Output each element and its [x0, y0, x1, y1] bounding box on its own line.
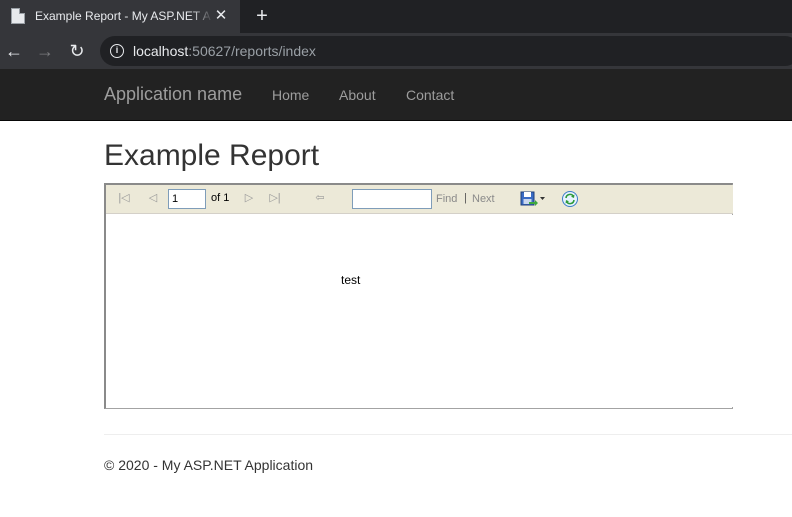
browser-toolbar: ← → ↻ i localhost:50627/reports/index — [0, 33, 792, 69]
page-favicon-icon — [11, 8, 25, 24]
nav-link-home[interactable]: Home — [272, 87, 309, 103]
nav-link-about[interactable]: About — [339, 87, 376, 103]
tab-title: Example Report - My ASP.NET Application — [35, 9, 211, 23]
find-text-input[interactable] — [352, 189, 432, 209]
find-next-link[interactable]: Next — [472, 193, 495, 205]
report-toolbar: |◁ ◁ of 1 ▷ ▷| ⇦ Find | Next — [106, 185, 733, 214]
page-count-label: of 1 — [211, 192, 230, 204]
reload-icon[interactable]: ↻ — [66, 40, 88, 62]
find-separator: | — [464, 192, 467, 204]
footer-divider — [104, 434, 792, 435]
brand-link[interactable]: Application name — [104, 84, 242, 105]
tab-title-fade — [191, 6, 213, 26]
current-page-input[interactable] — [168, 189, 206, 209]
report-content-area: test — [106, 215, 733, 407]
back-to-parent-icon[interactable]: ⇦ — [313, 191, 327, 205]
new-tab-button[interactable]: + — [252, 5, 272, 27]
report-text: test — [341, 273, 361, 287]
close-tab-icon[interactable]: ✕ — [213, 8, 229, 24]
url-host: localhost — [133, 43, 189, 59]
browser-tabstrip: Example Report - My ASP.NET Application … — [0, 0, 792, 33]
export-save-icon[interactable] — [520, 190, 546, 208]
previous-page-icon[interactable]: ◁ — [146, 191, 160, 205]
last-page-icon[interactable]: ▷| — [268, 191, 282, 205]
first-page-icon[interactable]: |◁ — [117, 191, 131, 205]
page-title: Example Report — [104, 139, 320, 172]
refresh-icon[interactable] — [561, 190, 579, 208]
site-navbar: Application name Home About Contact — [0, 69, 792, 121]
nav-link-contact[interactable]: Contact — [406, 87, 454, 103]
address-bar[interactable]: i localhost:50627/reports/index — [100, 36, 792, 66]
back-arrow-icon[interactable]: ← — [3, 40, 25, 62]
site-info-icon[interactable]: i — [110, 44, 124, 58]
find-link[interactable]: Find — [436, 193, 457, 205]
footer-text: © 2020 - My ASP.NET Application — [104, 457, 314, 473]
report-viewer: |◁ ◁ of 1 ▷ ▷| ⇦ Find | Next — [104, 183, 733, 409]
url-path: :50627/reports/index — [188, 43, 316, 59]
browser-tab[interactable]: Example Report - My ASP.NET Application … — [0, 0, 240, 33]
next-page-icon[interactable]: ▷ — [242, 191, 256, 205]
forward-arrow-icon[interactable]: → — [34, 40, 56, 62]
url-text[interactable]: localhost:50627/reports/index — [133, 43, 316, 59]
